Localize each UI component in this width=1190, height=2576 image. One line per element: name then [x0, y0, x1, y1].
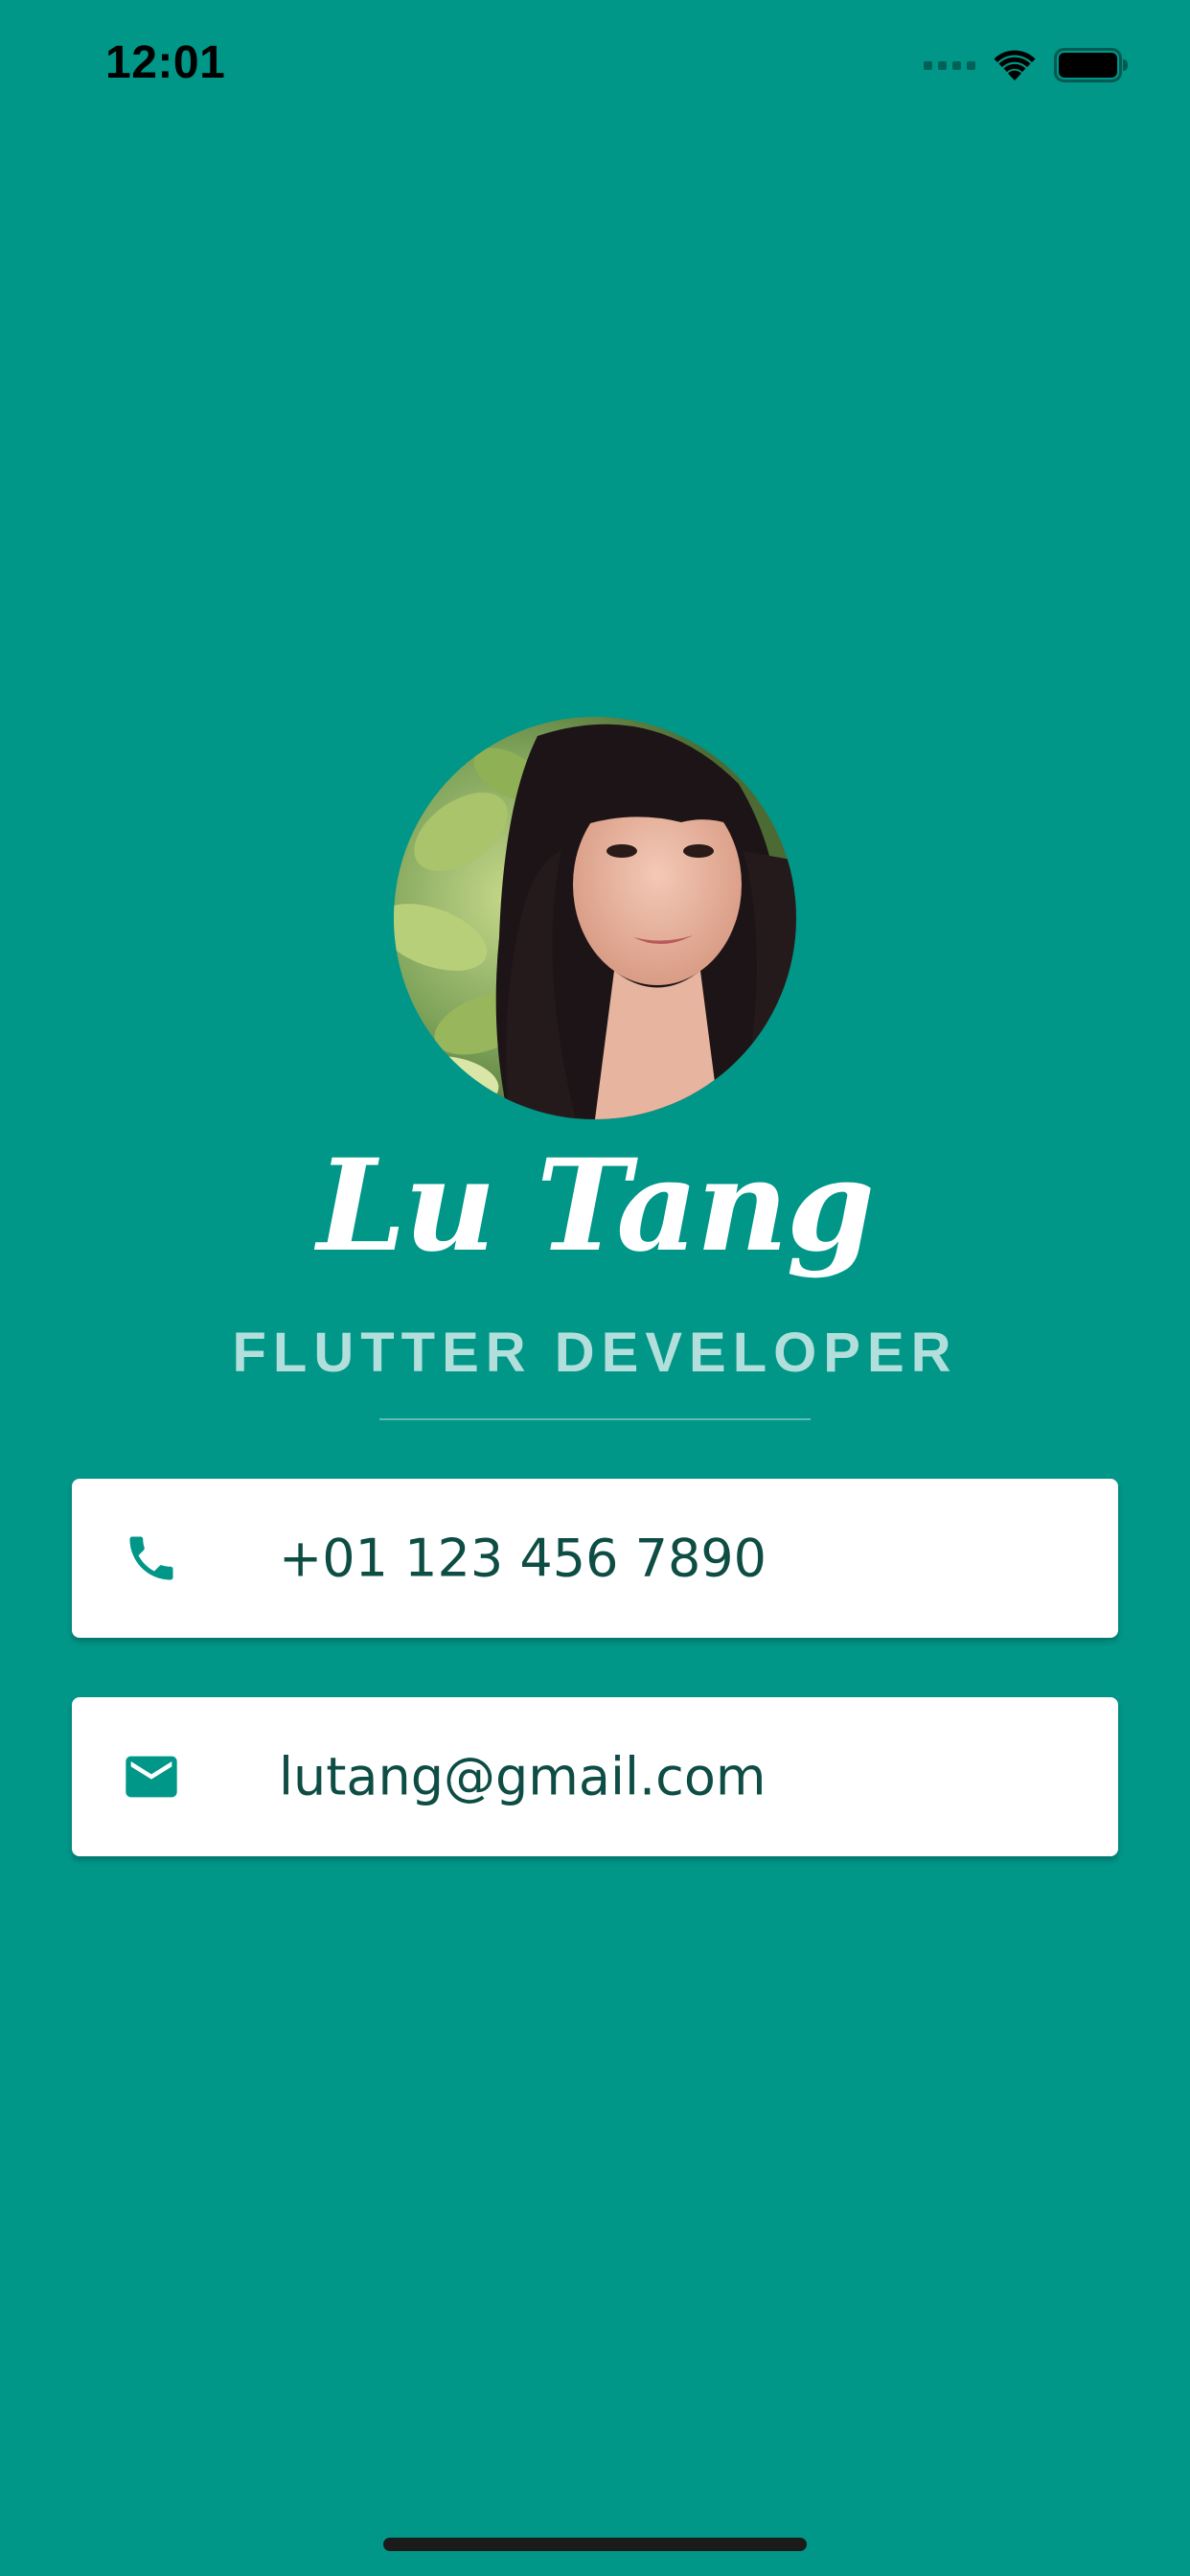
phone-icon [120, 1527, 183, 1590]
mail-icon [120, 1745, 183, 1808]
divider [379, 1418, 811, 1420]
email-address: lutang@gmail.com [279, 1746, 767, 1807]
profile-avatar [394, 717, 796, 1119]
cellular-signal-icon [924, 60, 975, 70]
battery-icon [1054, 48, 1129, 82]
status-time: 12:01 [105, 37, 226, 88]
status-icons [924, 46, 1129, 84]
profile-name: Lu Tang [316, 1132, 875, 1280]
phone-number: +01 123 456 7890 [279, 1528, 767, 1589]
wifi-icon [993, 49, 1037, 81]
phone-card[interactable]: +01 123 456 7890 [72, 1479, 1118, 1638]
profile-title: FLUTTER DEVELOPER [232, 1322, 958, 1384]
status-bar: 12:01 [0, 0, 1190, 129]
profile-photo [394, 717, 796, 1119]
email-card[interactable]: lutang@gmail.com [72, 1697, 1118, 1856]
home-indicator[interactable] [383, 2538, 807, 2551]
